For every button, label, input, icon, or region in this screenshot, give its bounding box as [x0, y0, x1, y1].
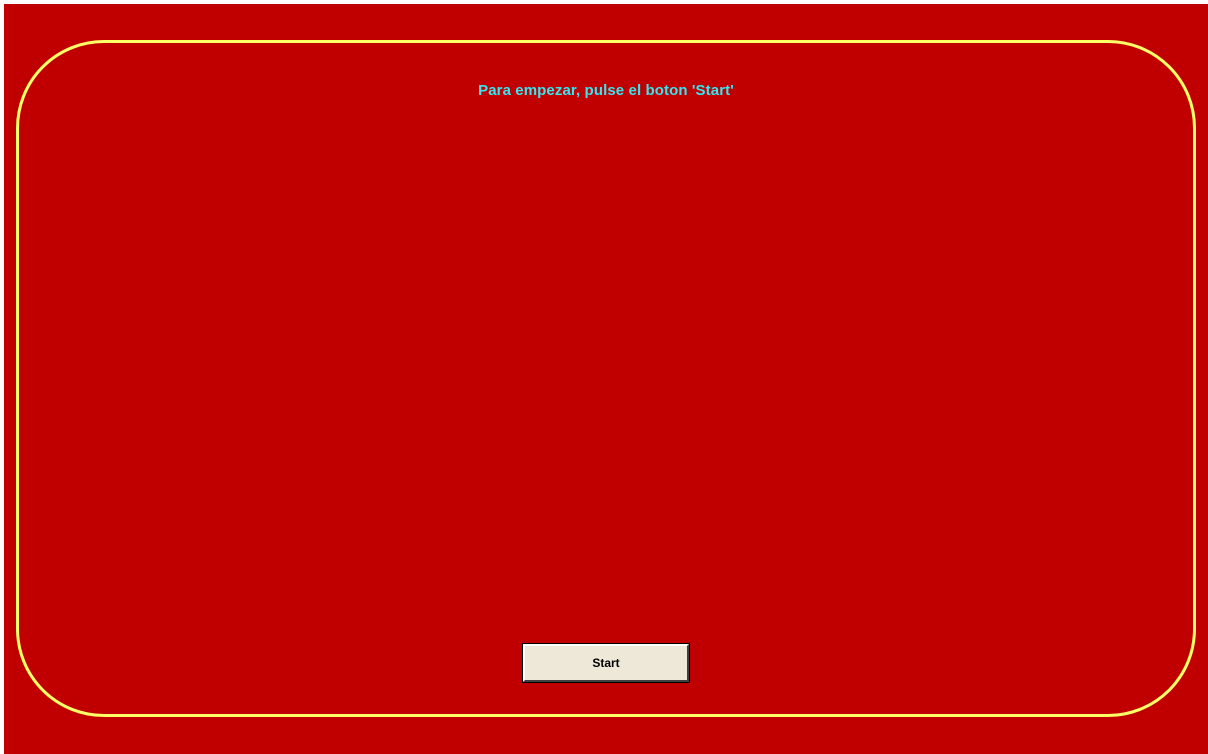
- instruction-text: Para empezar, pulse el boton 'Start': [478, 82, 734, 99]
- table-border: [16, 40, 1196, 717]
- start-button[interactable]: Start: [522, 643, 690, 683]
- game-screen: Para empezar, pulse el boton 'Start' Sta…: [4, 4, 1208, 754]
